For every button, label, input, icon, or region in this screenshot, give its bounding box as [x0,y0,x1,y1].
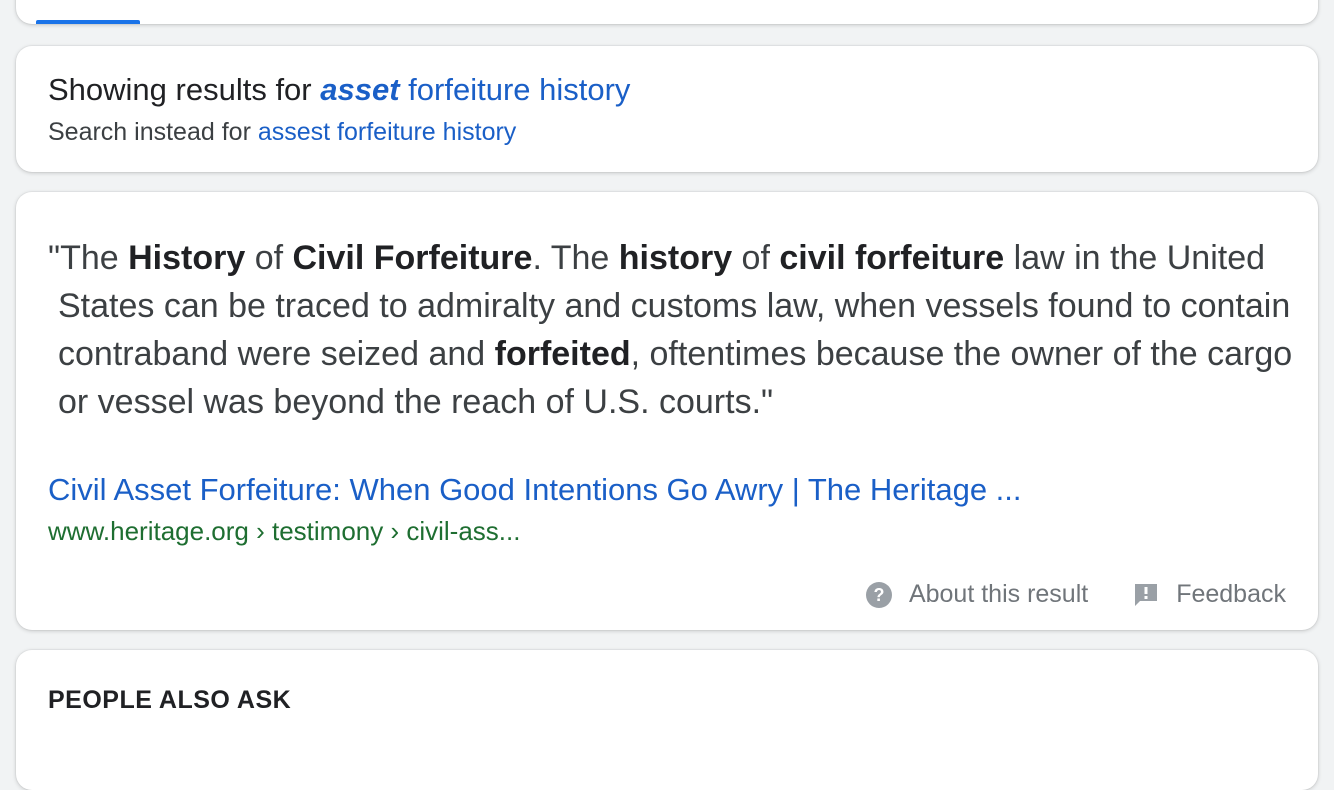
corrected-query-rest[interactable]: forfeiture history [408,72,630,107]
snippet-text-segment: of [245,239,293,277]
search-instead-label: Search instead for [48,118,251,146]
active-tab-indicator [36,20,140,24]
showing-results-label: Showing results for [48,72,312,107]
snippet-bold-segment: history [618,239,733,277]
snippet-bold-segment: civil forfeiture [779,239,1005,277]
svg-text:?: ? [873,585,884,605]
snippet-footer: ? About this result Feedback [865,580,1286,609]
snippet-bold-segment: History [128,239,246,277]
spelling-correction-card: Showing results for asset forfeiture his… [16,46,1318,172]
search-instead-line: Search instead for assest forfeiture his… [48,116,516,148]
snippet-bold-segment: forfeited [494,335,631,373]
snippet-text: "The History of Civil Forfeiture. The hi… [48,234,1298,426]
top-tabs-card [16,0,1318,24]
people-also-ask-card: PEOPLE ALSO ASK [16,650,1318,790]
feedback-icon [1132,581,1160,609]
snippet-bold-segment: Civil Forfeiture [292,239,533,277]
about-this-result-label: About this result [908,580,1089,608]
result-url: www.heritage.org › testimony › civil-ass… [48,516,521,546]
help-circle-icon: ? [865,581,893,609]
corrected-word[interactable]: asset [320,72,399,107]
corrected-query-link[interactable]: asset forfeiture history [320,72,630,107]
result-title-link[interactable]: Civil Asset Forfeiture: When Good Intent… [48,470,1022,510]
showing-results-line: Showing results for asset forfeiture his… [48,70,630,110]
people-also-ask-heading: PEOPLE ALSO ASK [48,686,292,714]
snippet-text-segment: of [732,239,780,277]
feedback-label: Feedback [1176,580,1286,608]
snippet-text-segment: "The [48,239,129,277]
featured-snippet-card: "The History of Civil Forfeiture. The hi… [16,192,1318,630]
snippet-text-segment: . The [532,239,619,277]
about-this-result-button[interactable]: ? About this result [865,580,1088,609]
feedback-button[interactable]: Feedback [1132,580,1286,609]
original-query-link[interactable]: assest forfeiture history [258,118,516,146]
